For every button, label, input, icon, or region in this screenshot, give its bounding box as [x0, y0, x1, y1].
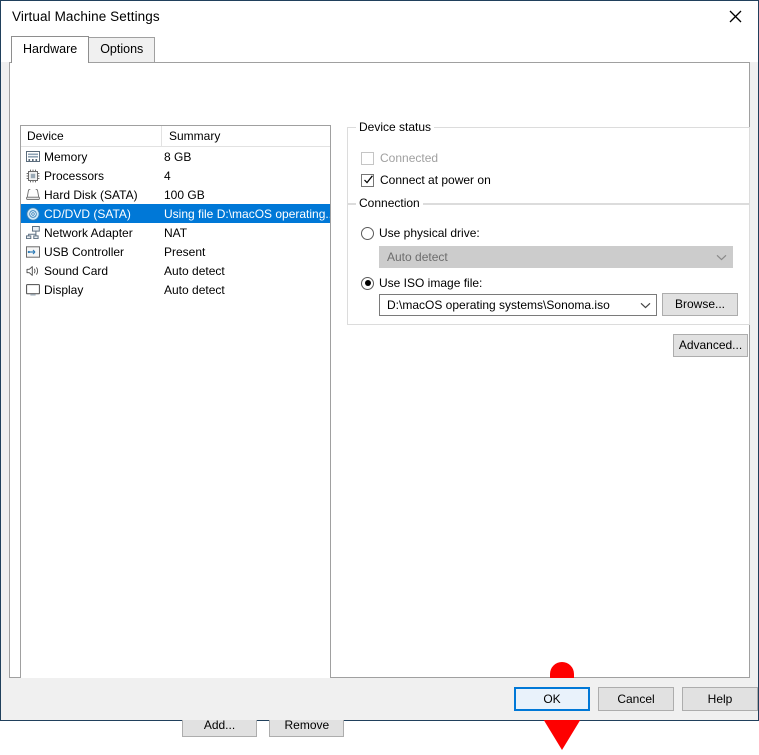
use-physical-drive-radio-row[interactable]: Use physical drive:: [361, 226, 480, 240]
iso-path-dropdown[interactable]: D:\macOS operating systems\Sonoma.iso: [379, 294, 657, 316]
table-row[interactable]: Network Adapter NAT: [21, 223, 330, 242]
connect-at-power-on-label: Connect at power on: [380, 173, 491, 187]
device-summary: Auto detect: [164, 264, 330, 278]
advanced-button[interactable]: Advanced...: [673, 334, 748, 357]
use-physical-drive-label: Use physical drive:: [379, 226, 480, 240]
physical-drive-dropdown[interactable]: Auto detect: [379, 246, 733, 268]
connect-at-power-on-checkbox-row[interactable]: Connect at power on: [361, 173, 491, 187]
processor-icon: [25, 168, 41, 184]
device-summary: Auto detect: [164, 283, 330, 297]
tab-hardware-label: Hardware: [23, 42, 77, 56]
device-summary: 100 GB: [164, 188, 330, 202]
tab-options[interactable]: Options: [88, 37, 155, 62]
device-name: Hard Disk (SATA): [44, 188, 164, 202]
checkmark-icon: [363, 173, 374, 186]
device-list-header: Device Summary: [21, 126, 330, 147]
device-status-group: Device status Connected Connect at power…: [347, 127, 750, 205]
table-row[interactable]: USB Controller Present: [21, 242, 330, 261]
connected-label: Connected: [380, 151, 438, 165]
virtual-machine-settings-dialog: Virtual Machine Settings Hardware Option…: [0, 0, 759, 721]
usb-controller-icon: [25, 244, 41, 260]
device-summary: Present: [164, 245, 330, 259]
table-row[interactable]: Display Auto detect: [21, 280, 330, 299]
radio-dot: [365, 280, 371, 286]
device-name: Sound Card: [44, 264, 164, 278]
connected-checkbox-row[interactable]: Connected: [361, 151, 438, 165]
column-header-device: Device: [21, 126, 162, 146]
close-button[interactable]: [712, 1, 758, 31]
ok-button[interactable]: OK: [514, 687, 590, 711]
cd-dvd-icon: [25, 206, 41, 222]
display-icon: [25, 282, 41, 298]
network-adapter-icon: [25, 225, 41, 241]
device-name: Display: [44, 283, 164, 297]
use-iso-image-label: Use ISO image file:: [379, 276, 482, 290]
device-summary: NAT: [164, 226, 330, 240]
device-status-title: Device status: [356, 120, 434, 134]
title-bar: Virtual Machine Settings: [1, 1, 758, 32]
table-row[interactable]: Hard Disk (SATA) 100 GB: [21, 185, 330, 204]
chevron-down-icon: [634, 302, 656, 309]
settings-panel: Device Summary Memory 8 GB Processors 4: [9, 62, 750, 678]
column-header-summary: Summary: [162, 126, 330, 146]
table-row[interactable]: Sound Card Auto detect: [21, 261, 330, 280]
connect-at-power-on-checkbox[interactable]: [361, 174, 374, 187]
table-row-selected[interactable]: CD/DVD (SATA) Using file D:\macOS operat…: [21, 204, 330, 223]
connected-checkbox[interactable]: [361, 152, 374, 165]
use-physical-drive-radio[interactable]: [361, 227, 374, 240]
dialog-footer: OK Cancel Help: [1, 678, 758, 720]
tab-strip: Hardware Options: [1, 32, 758, 62]
device-name: Network Adapter: [44, 226, 164, 240]
use-iso-image-radio[interactable]: [361, 277, 374, 290]
physical-drive-value: Auto detect: [380, 250, 710, 264]
tab-hardware[interactable]: Hardware: [11, 36, 89, 63]
connection-title: Connection: [356, 196, 423, 210]
chevron-down-icon: [710, 254, 732, 261]
device-name: CD/DVD (SATA): [44, 207, 164, 221]
window-title: Virtual Machine Settings: [12, 9, 160, 24]
device-summary: Using file D:\macOS operating...: [164, 207, 330, 221]
device-name: USB Controller: [44, 245, 164, 259]
iso-path-value: D:\macOS operating systems\Sonoma.iso: [380, 298, 634, 312]
close-icon: [729, 10, 742, 23]
use-iso-image-radio-row[interactable]: Use ISO image file:: [361, 276, 482, 290]
table-row[interactable]: Memory 8 GB: [21, 147, 330, 166]
device-list[interactable]: Device Summary Memory 8 GB Processors 4: [20, 125, 331, 702]
device-summary: 4: [164, 169, 330, 183]
tab-options-label: Options: [100, 42, 143, 56]
table-row[interactable]: Processors 4: [21, 166, 330, 185]
sound-card-icon: [25, 263, 41, 279]
cancel-button[interactable]: Cancel: [598, 687, 674, 711]
device-name: Processors: [44, 169, 164, 183]
device-name: Memory: [44, 150, 164, 164]
memory-icon: [25, 149, 41, 165]
help-button[interactable]: Help: [682, 687, 758, 711]
device-summary: 8 GB: [164, 150, 330, 164]
hard-disk-icon: [25, 187, 41, 203]
browse-button[interactable]: Browse...: [662, 293, 738, 316]
